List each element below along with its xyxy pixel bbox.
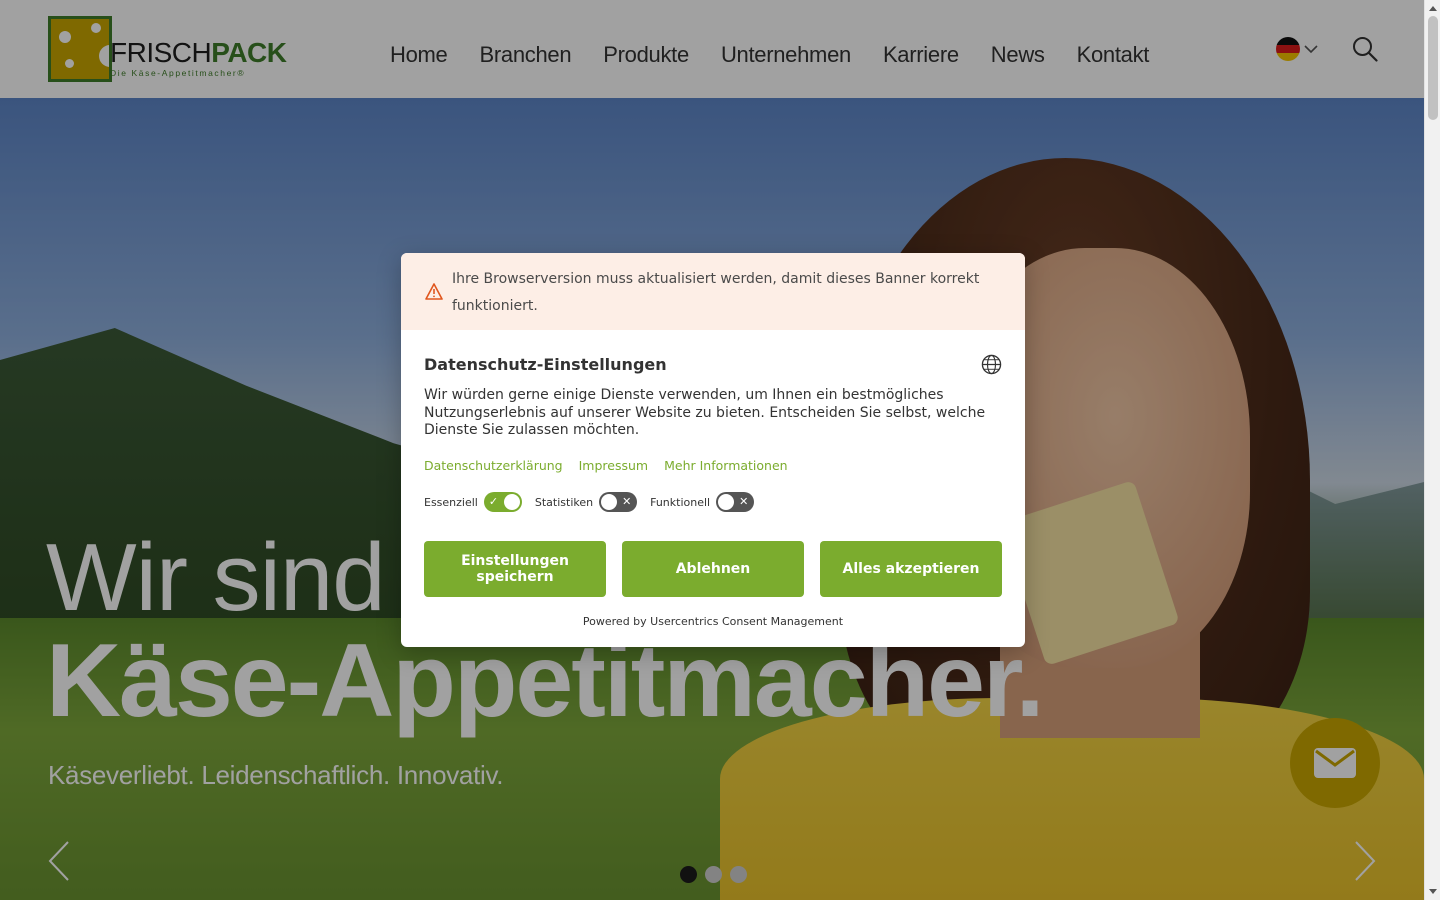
- browser-warning-banner: Ihre Browserversion muss aktualisiert we…: [401, 253, 1025, 330]
- link-datenschutzerklaerung[interactable]: Datenschutzerklärung: [424, 458, 563, 473]
- page-scrollbar[interactable]: [1424, 0, 1440, 900]
- toggle-essenziell-label: Essenziell: [424, 495, 478, 509]
- toggle-funktionell: Funktionell ✕: [650, 492, 755, 512]
- consent-links: Datenschutzerklärung Impressum Mehr Info…: [424, 458, 788, 473]
- cross-icon: ✕: [739, 495, 749, 508]
- consent-dialog: Ihre Browserversion muss aktualisiert we…: [401, 253, 1025, 647]
- consent-description: Wir würden gerne einige Dienste verwende…: [424, 387, 986, 438]
- toggle-essenziell: Essenziell ✓: [424, 492, 522, 512]
- scroll-up-arrow-icon[interactable]: [1429, 6, 1437, 11]
- save-settings-button[interactable]: Einstellungen speichern: [424, 541, 606, 597]
- consent-buttons: Einstellungen speichern Ablehnen Alles a…: [424, 541, 1002, 597]
- globe-language-icon[interactable]: [981, 354, 1002, 375]
- toggle-statistiken-switch[interactable]: ✕: [599, 492, 638, 512]
- consent-toggles: Essenziell ✓ Statistiken ✕ Funktionell ✕: [424, 492, 767, 512]
- link-impressum[interactable]: Impressum: [579, 458, 648, 473]
- powered-by-text: Powered by Usercentrics Consent Manageme…: [582, 615, 844, 628]
- accept-all-button[interactable]: Alles akzeptieren: [820, 541, 1002, 597]
- link-mehr-informationen[interactable]: Mehr Informationen: [664, 458, 787, 473]
- check-icon: ✓: [488, 495, 499, 508]
- toggle-funktionell-switch[interactable]: ✕: [716, 492, 755, 512]
- toggle-essenziell-switch[interactable]: ✓: [483, 492, 522, 512]
- browser-warning-text: Ihre Browserversion muss aktualisiert we…: [452, 271, 980, 314]
- deny-button[interactable]: Ablehnen: [622, 541, 804, 597]
- scroll-down-arrow-icon[interactable]: [1429, 889, 1437, 894]
- consent-title: Datenschutz-Einstellungen: [424, 355, 667, 374]
- scrollbar-thumb[interactable]: [1428, 16, 1438, 120]
- toggle-funktionell-label: Funktionell: [650, 495, 711, 509]
- warning-triangle-icon: [425, 283, 443, 300]
- toggle-statistiken-label: Statistiken: [534, 495, 594, 509]
- cross-icon: ✕: [622, 495, 632, 508]
- toggle-statistiken: Statistiken ✕: [534, 492, 638, 512]
